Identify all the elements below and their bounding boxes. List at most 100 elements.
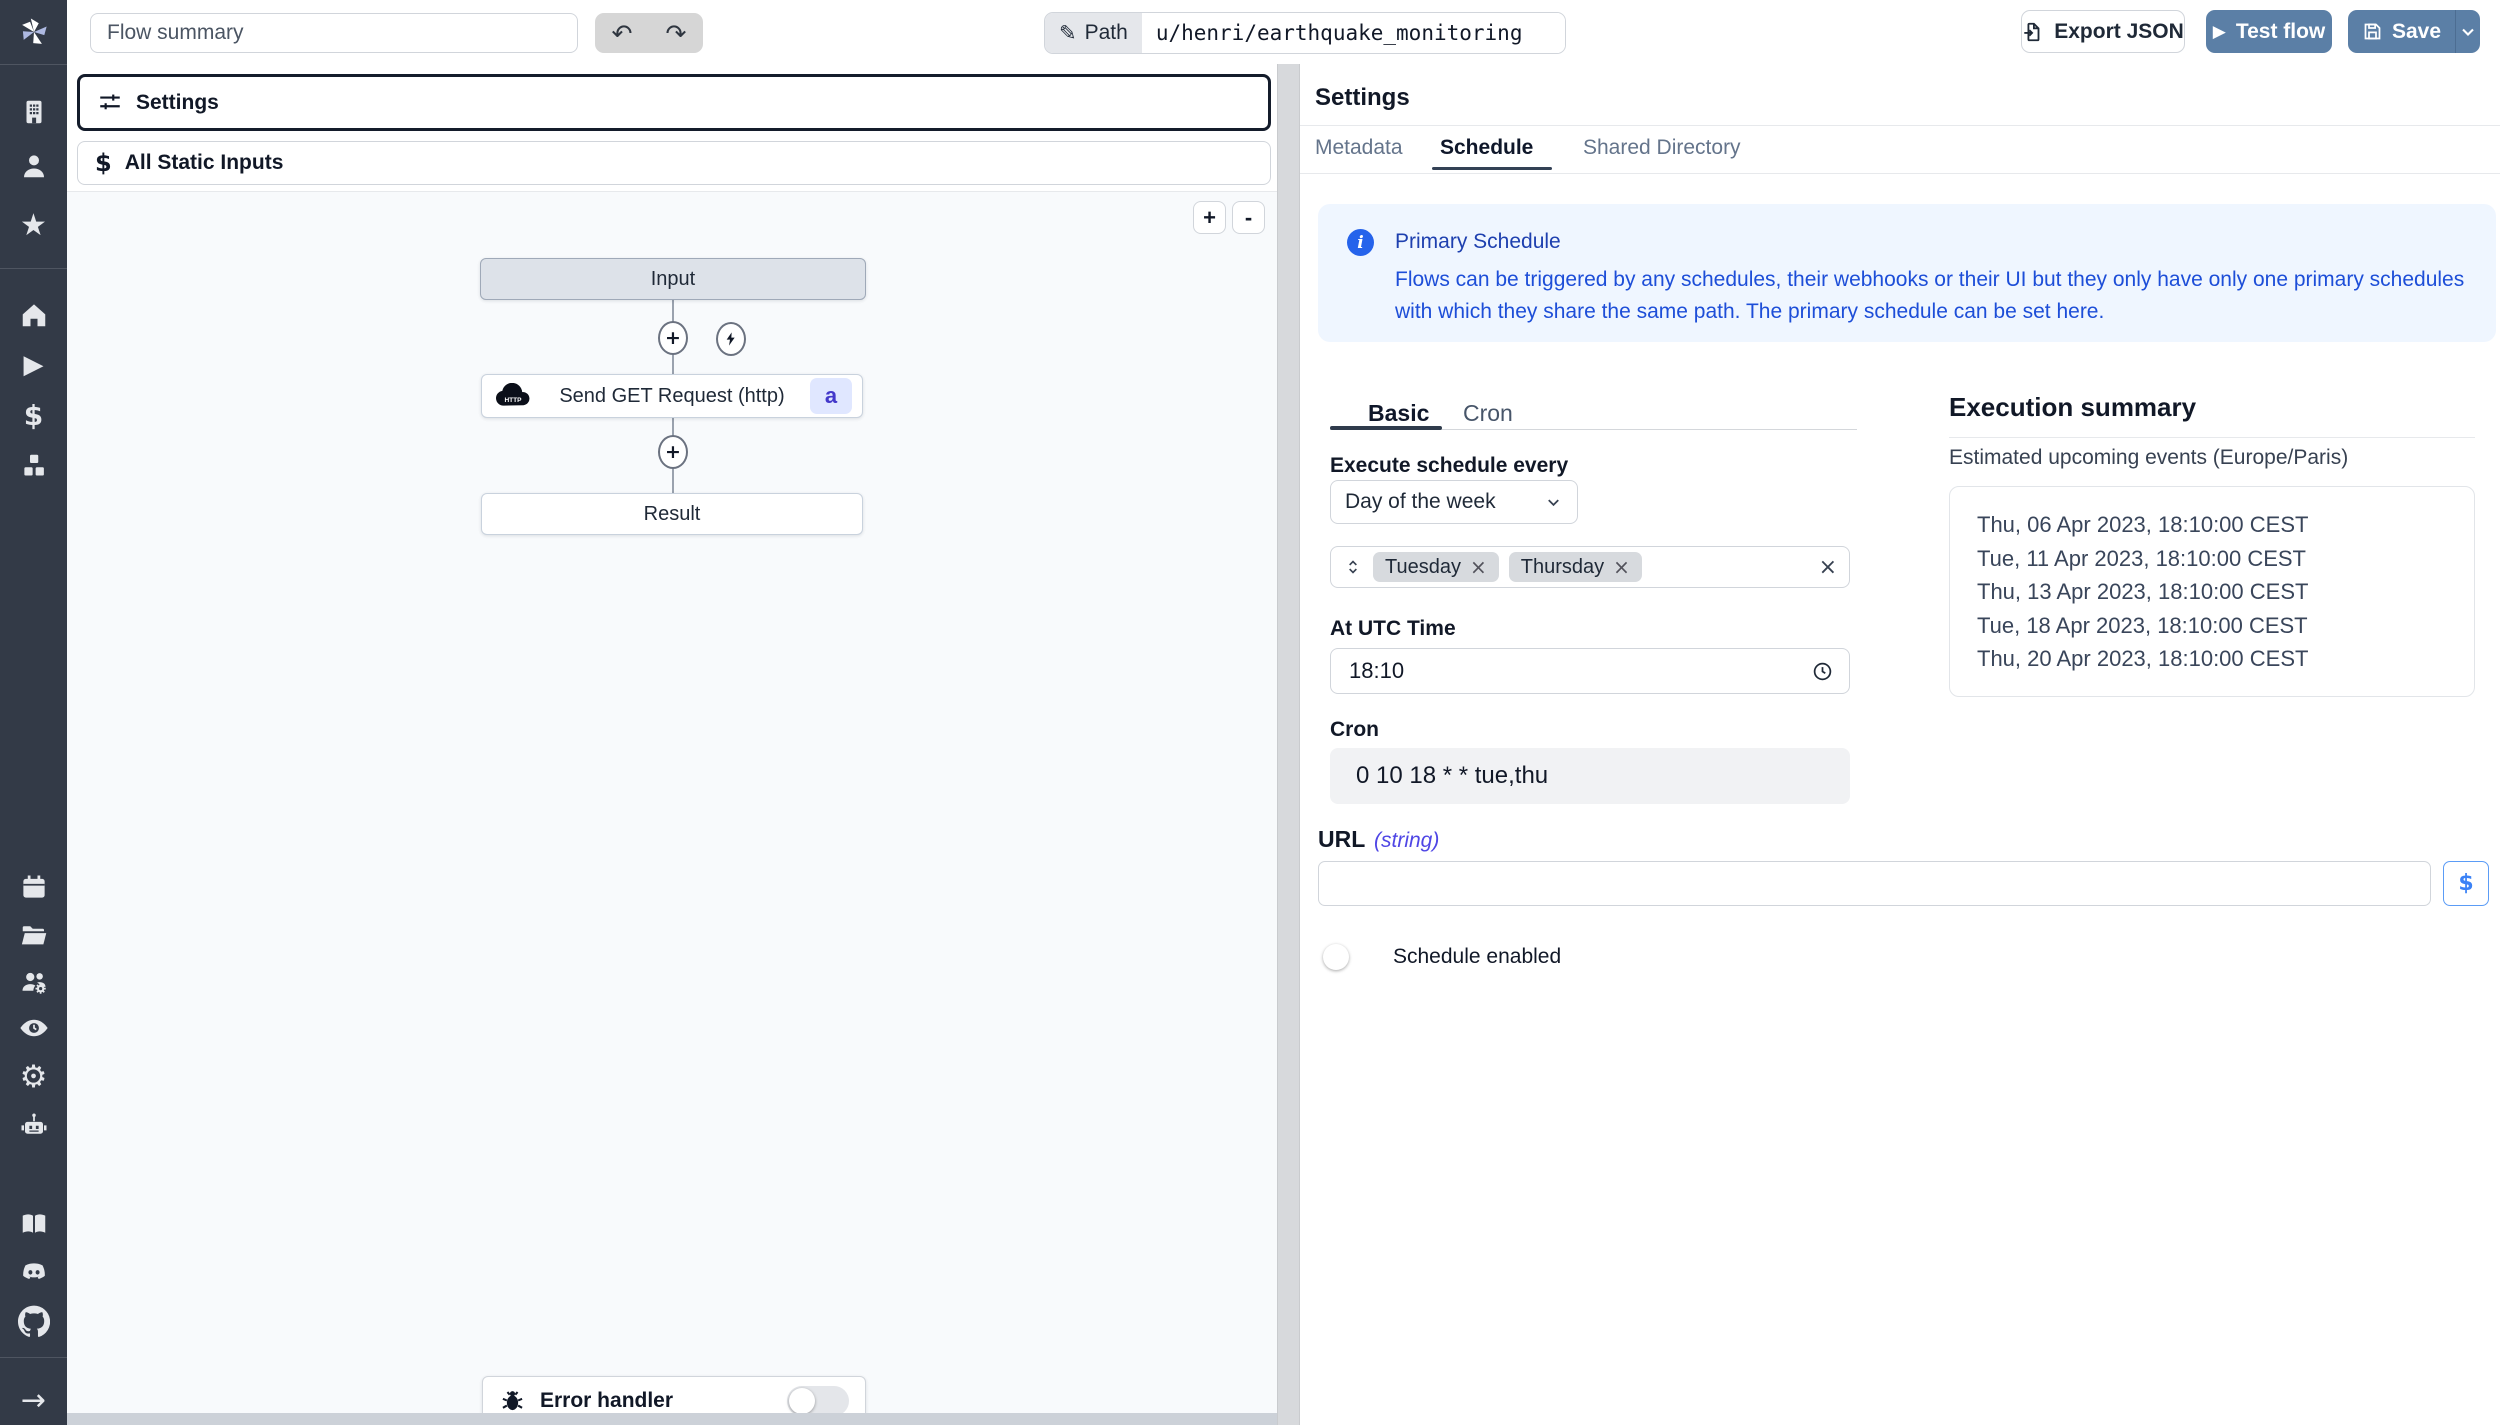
url-type-hint: (string) bbox=[1374, 829, 1440, 852]
tab-schedule[interactable]: Schedule bbox=[1440, 136, 1533, 160]
remove-tag-icon[interactable]: × bbox=[1613, 555, 1630, 579]
topbar: ↶ ↷ ✎ Path Export JSON ▶ Test flow bbox=[67, 0, 2500, 65]
sidebar-divider-bottom bbox=[0, 1357, 67, 1358]
plus-icon: + bbox=[665, 441, 681, 463]
save-menu-button[interactable] bbox=[2455, 10, 2480, 53]
user-icon[interactable] bbox=[0, 144, 67, 188]
discord-icon[interactable] bbox=[0, 1251, 67, 1295]
github-icon[interactable] bbox=[0, 1299, 67, 1343]
settings-gear-icon[interactable]: ⚙ bbox=[0, 1055, 67, 1099]
path-group: ✎ Path bbox=[1044, 12, 1566, 54]
folders-icon[interactable] bbox=[0, 913, 67, 957]
flow-node-result-label: Result bbox=[643, 502, 701, 525]
time-input[interactable] bbox=[1347, 657, 1551, 685]
groups-users-icon[interactable] bbox=[0, 960, 67, 1004]
info-icon: i bbox=[1347, 229, 1374, 256]
app-root: ★ ▶ $ ⚙ → Flow summary ↶ ↷ ✎ Path u/henr… bbox=[0, 0, 2500, 1425]
tab-shared-directory[interactable]: Shared Directory bbox=[1583, 136, 1741, 160]
export-json-button[interactable]: Export JSON bbox=[2021, 10, 2185, 53]
execute-every-label: Execute schedule every bbox=[1330, 454, 1569, 477]
schedules-calendar-icon[interactable] bbox=[0, 865, 67, 909]
bug-icon bbox=[502, 1391, 523, 1411]
home-icon[interactable] bbox=[0, 293, 67, 337]
workspace-icon[interactable] bbox=[0, 90, 67, 134]
schedule-enabled-label: Schedule enabled bbox=[1393, 945, 1562, 968]
error-handler-label: Error handler bbox=[540, 1388, 674, 1412]
runs-play-icon[interactable]: ▶ bbox=[0, 343, 67, 387]
toggle-knob bbox=[1323, 944, 1349, 970]
zoom-out-button[interactable]: - bbox=[1232, 201, 1265, 234]
expand-arrow-right-icon[interactable]: → bbox=[0, 1378, 67, 1422]
days-multiselect[interactable]: Tuesday × Thursday × × bbox=[1330, 546, 1850, 588]
save-button-group: Save bbox=[2348, 10, 2480, 53]
path-input[interactable] bbox=[1141, 13, 1565, 53]
tab-metadata[interactable]: Metadata bbox=[1315, 136, 1403, 160]
chevron-down-icon bbox=[1548, 499, 1559, 506]
http-cloud-icon: HTTP bbox=[496, 383, 530, 406]
url-label: URL bbox=[1318, 826, 1366, 852]
sidebar-divider-top bbox=[0, 64, 67, 65]
trigger-bolt-button[interactable] bbox=[716, 322, 746, 356]
flow-settings-row[interactable]: Settings bbox=[77, 74, 1271, 131]
all-static-inputs-label: All Static Inputs bbox=[124, 151, 284, 174]
clock-icon[interactable] bbox=[1812, 661, 1833, 682]
clear-all-icon[interactable]: × bbox=[1819, 555, 1837, 580]
pencil-icon: ✎ bbox=[1059, 21, 1077, 45]
frequency-select[interactable]: Day of the week bbox=[1330, 480, 1578, 524]
flow-graph-canvas[interactable]: + - Input + HTTP Send GET Request (http)… bbox=[67, 191, 1277, 1425]
cron-expression-box: 0 10 18 * * tue,thu bbox=[1330, 748, 1850, 804]
tab-cron[interactable]: Cron bbox=[1463, 400, 1513, 427]
divider bbox=[1300, 173, 2500, 174]
time-field bbox=[1330, 648, 1850, 694]
all-static-inputs-row[interactable]: $ All Static Inputs bbox=[77, 141, 1271, 185]
cron-label: Cron bbox=[1330, 718, 1379, 741]
tab-basic[interactable]: Basic bbox=[1368, 400, 1429, 427]
workers-robot-icon[interactable] bbox=[0, 1103, 67, 1147]
docs-book-icon[interactable] bbox=[0, 1202, 67, 1246]
resources-boxes-icon[interactable] bbox=[0, 444, 67, 488]
undo-redo-group: ↶ ↷ bbox=[595, 13, 703, 53]
flow-node-result[interactable]: Result bbox=[481, 493, 863, 535]
upcoming-events-box: Thu, 06 Apr 2023, 18:10:00 CEST Tue, 11 … bbox=[1949, 486, 2475, 697]
undo-icon[interactable]: ↶ bbox=[595, 13, 649, 53]
canvas-horizontal-scrollbar[interactable] bbox=[67, 1413, 1277, 1425]
frequency-value: Day of the week bbox=[1345, 490, 1496, 513]
play-icon: ▶ bbox=[2212, 21, 2226, 42]
path-label-text: Path bbox=[1084, 21, 1128, 44]
remove-tag-icon[interactable]: × bbox=[1470, 555, 1487, 579]
save-button[interactable]: Save bbox=[2348, 10, 2455, 53]
chevron-down-icon bbox=[2462, 28, 2474, 36]
save-icon bbox=[2364, 23, 2381, 40]
execution-summary-subtitle: Estimated upcoming events (Europe/Paris) bbox=[1949, 446, 2349, 469]
add-step-button-2[interactable]: + bbox=[658, 435, 688, 469]
event-row: Thu, 06 Apr 2023, 18:10:00 CEST bbox=[1977, 512, 2309, 537]
dollar-icon: $ bbox=[95, 149, 112, 177]
path-label: ✎ Path bbox=[1045, 13, 1142, 53]
redo-icon[interactable]: ↷ bbox=[649, 13, 703, 53]
flow-node-input[interactable]: Input bbox=[480, 258, 866, 300]
test-flow-label: Test flow bbox=[2235, 19, 2326, 43]
variables-dollar-icon[interactable]: $ bbox=[0, 393, 67, 437]
day-tag-tuesday: Tuesday × bbox=[1373, 552, 1499, 582]
pane-resize-handle[interactable] bbox=[1277, 64, 1300, 1425]
settings-panel-title: Settings bbox=[1315, 84, 1410, 111]
sidebar-divider-mid bbox=[0, 268, 67, 269]
event-row: Tue, 11 Apr 2023, 18:10:00 CEST bbox=[1977, 545, 2306, 571]
flow-node-step[interactable]: HTTP Send GET Request (http) a bbox=[481, 374, 863, 418]
variable-picker-button[interactable]: $ bbox=[2443, 861, 2489, 906]
flow-settings-label: Settings bbox=[136, 90, 219, 114]
audit-logs-eye-icon[interactable] bbox=[0, 1006, 67, 1050]
error-handler-toggle[interactable] bbox=[787, 1385, 849, 1416]
flow-summary-input[interactable] bbox=[90, 13, 578, 53]
test-flow-button[interactable]: ▶ Test flow bbox=[2206, 10, 2332, 53]
file-export-icon bbox=[2024, 22, 2040, 41]
zoom-in-button[interactable]: + bbox=[1193, 201, 1226, 234]
dollar-icon: $ bbox=[2458, 871, 2474, 896]
favorites-star-icon[interactable]: ★ bbox=[0, 203, 67, 247]
url-input[interactable] bbox=[1318, 861, 2431, 906]
divider bbox=[1300, 125, 2500, 126]
info-title: Primary Schedule bbox=[1395, 230, 1561, 253]
add-step-button-1[interactable]: + bbox=[658, 321, 688, 355]
unfold-icon bbox=[1349, 560, 1357, 574]
windmill-logo[interactable] bbox=[0, 10, 67, 54]
